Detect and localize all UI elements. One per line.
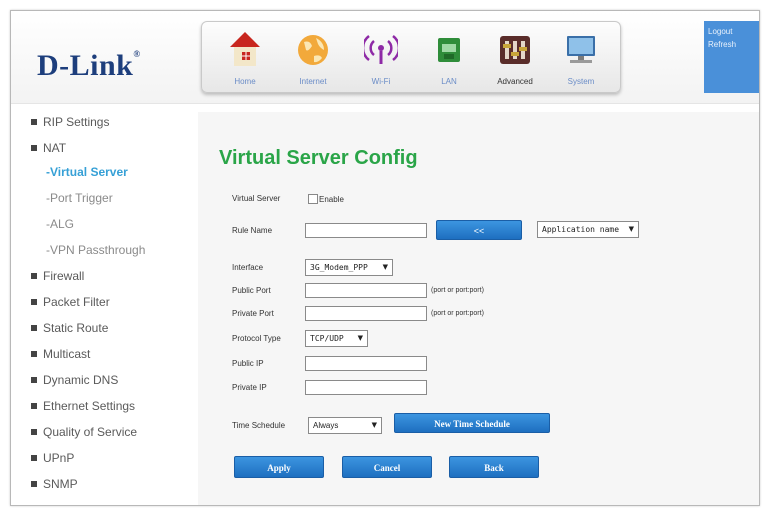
- enable-checkbox[interactable]: [308, 194, 318, 204]
- sidebar-item-static-route[interactable]: Static Route: [31, 321, 108, 335]
- rule-name-label: Rule Name: [232, 226, 273, 235]
- public-port-hint: (port or port:port): [431, 287, 484, 294]
- nav-system[interactable]: System: [552, 28, 610, 88]
- rule-name-input[interactable]: [305, 223, 427, 238]
- router-admin-window: D-Link® Home Internet Wi-Fi LAN Advanced…: [10, 10, 760, 506]
- apply-button[interactable]: Apply: [234, 456, 324, 478]
- dlink-logo: D-Link®: [37, 49, 141, 82]
- bullet-icon: [31, 298, 37, 305]
- nav-wifi[interactable]: Wi-Fi: [352, 28, 410, 88]
- private-ip-label: Private IP: [232, 383, 267, 392]
- bullet-icon: [31, 324, 37, 331]
- cancel-button[interactable]: Cancel: [342, 456, 432, 478]
- bullet-icon: [31, 376, 37, 383]
- bullet-icon: [31, 118, 37, 125]
- nav-internet[interactable]: Internet: [284, 28, 342, 88]
- interface-select[interactable]: 3G_Modem_PPP ▼: [305, 259, 393, 276]
- refresh-link[interactable]: Refresh: [708, 40, 759, 49]
- sidebar-item-upnp[interactable]: UPnP: [31, 451, 74, 465]
- sidebar-item-virtual-server[interactable]: -Virtual Server: [46, 165, 128, 179]
- bullet-icon: [31, 454, 37, 461]
- bullet-icon: [31, 144, 37, 151]
- sidebar-item-snmp[interactable]: SNMP: [31, 477, 78, 491]
- sidebar-item-vpn-passthrough[interactable]: -VPN Passthrough: [46, 243, 145, 257]
- private-ip-input[interactable]: [305, 380, 427, 395]
- header-bar: D-Link® Home Internet Wi-Fi LAN Advanced…: [11, 11, 759, 104]
- sidebar-item-port-trigger[interactable]: -Port Trigger: [46, 191, 113, 205]
- virtual-server-config-panel: Virtual Server Config Virtual Server Ena…: [198, 112, 759, 505]
- bullet-icon: [31, 350, 37, 357]
- virtual-server-label: Virtual Server: [232, 194, 281, 203]
- bullet-icon: [31, 272, 37, 279]
- time-schedule-select[interactable]: Always ▼: [308, 417, 382, 434]
- chevron-down-icon: ▼: [371, 421, 377, 429]
- lan-icon: [438, 38, 460, 62]
- wifi-icon: [364, 35, 398, 64]
- bullet-icon: [31, 402, 37, 409]
- sidebar-menu: RIP Settings NAT -Virtual Server -Port T…: [11, 103, 196, 505]
- time-schedule-label: Time Schedule: [232, 421, 286, 430]
- sidebar-item-ethernet-settings[interactable]: Ethernet Settings: [31, 399, 135, 413]
- chevron-down-icon: ▼: [357, 334, 363, 342]
- sidebar-item-multicast[interactable]: Multicast: [31, 347, 90, 361]
- account-panel: Logout Refresh: [704, 21, 759, 93]
- protocol-type-label: Protocol Type: [232, 334, 281, 343]
- home-icon: [230, 32, 260, 66]
- nav-home[interactable]: Home: [216, 28, 274, 88]
- public-port-label: Public Port: [232, 286, 271, 295]
- protocol-type-select[interactable]: TCP/UDP ▼: [305, 330, 368, 347]
- private-port-label: Private Port: [232, 309, 274, 318]
- public-port-input[interactable]: [305, 283, 427, 298]
- logout-link[interactable]: Logout: [708, 27, 759, 36]
- back-button[interactable]: Back: [449, 456, 539, 478]
- sidebar-item-nat[interactable]: NAT: [31, 141, 66, 155]
- system-icon: [567, 36, 595, 63]
- new-time-schedule-button[interactable]: New Time Schedule: [394, 413, 550, 433]
- nav-lan[interactable]: LAN: [420, 28, 478, 88]
- advanced-icon: [500, 36, 530, 64]
- enable-label: Enable: [319, 195, 344, 204]
- sidebar-item-firewall[interactable]: Firewall: [31, 269, 84, 283]
- copy-application-button[interactable]: <<: [436, 220, 522, 240]
- bullet-icon: [31, 428, 37, 435]
- nav-advanced[interactable]: Advanced: [486, 28, 544, 88]
- sidebar-item-quality-of-service[interactable]: Quality of Service: [31, 425, 137, 439]
- application-name-select[interactable]: Application name ▼: [537, 221, 639, 238]
- chevron-down-icon: ▼: [382, 263, 388, 271]
- globe-icon: [298, 35, 328, 65]
- bullet-icon: [31, 480, 37, 487]
- public-ip-input[interactable]: [305, 356, 427, 371]
- sidebar-item-alg[interactable]: -ALG: [46, 217, 74, 231]
- public-ip-label: Public IP: [232, 359, 264, 368]
- interface-label: Interface: [232, 263, 264, 272]
- main-nav-bar: Home Internet Wi-Fi LAN Advanced System: [201, 21, 621, 93]
- chevron-down-icon: ▼: [628, 225, 634, 233]
- private-port-hint: (port or port:port): [431, 310, 484, 317]
- sidebar-item-rip-settings[interactable]: RIP Settings: [31, 115, 109, 129]
- page-title: Virtual Server Config: [219, 147, 418, 169]
- private-port-input[interactable]: [305, 306, 427, 321]
- sidebar-item-packet-filter[interactable]: Packet Filter: [31, 295, 110, 309]
- sidebar-item-dynamic-dns[interactable]: Dynamic DNS: [31, 373, 118, 387]
